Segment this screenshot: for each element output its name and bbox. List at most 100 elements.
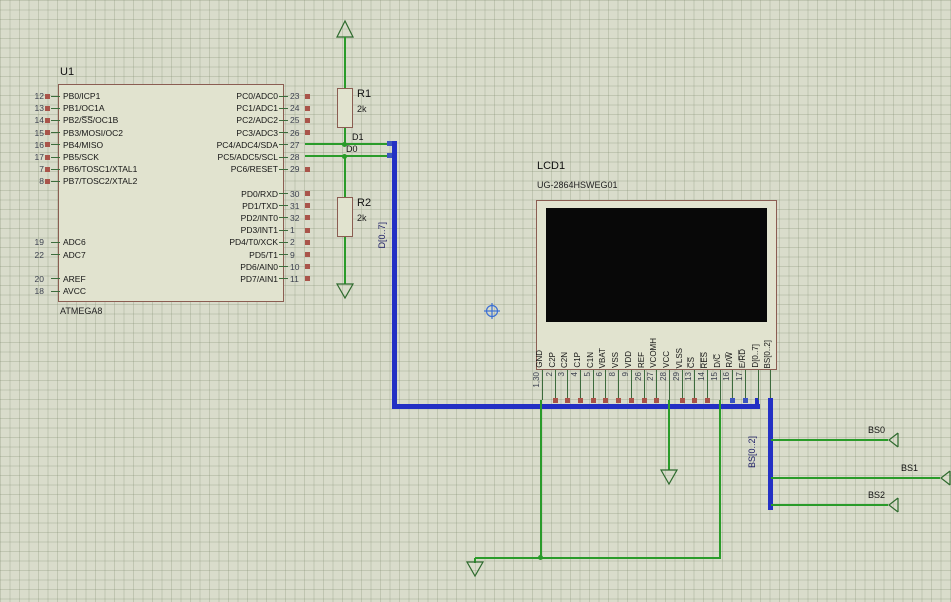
- u1-pin-row[interactable]: 19 ADC6: [28, 236, 137, 248]
- wire-r2-gnd[interactable]: [344, 237, 346, 284]
- pin-stub: [51, 290, 60, 292]
- u1-pin-row[interactable]: 12 PB0/ICP1: [28, 90, 137, 102]
- net-label-bs0[interactable]: BS0: [868, 425, 885, 435]
- pin-number: 18: [34, 286, 44, 297]
- pin-square: [692, 398, 698, 403]
- pin-square: [45, 142, 50, 148]
- pin-square: [305, 191, 310, 197]
- net-label-bs2[interactable]: BS2: [868, 490, 885, 500]
- pin-number: 14: [34, 115, 44, 126]
- ground-symbol-lcd[interactable]: [659, 466, 679, 486]
- pin-stub: [719, 370, 721, 400]
- lcd-pin-label: BS[0..2]: [763, 339, 773, 368]
- pin-square: [45, 117, 50, 123]
- wire-scl-r2[interactable]: [344, 157, 346, 197]
- u1-pin-row[interactable]: PC6/RESET 29: [164, 163, 311, 175]
- pin-label: AREF: [63, 273, 86, 284]
- power-symbol[interactable]: [335, 19, 355, 38]
- u1-pin-row[interactable]: PD5/T1 9: [164, 248, 311, 260]
- pin-number: 7: [39, 164, 44, 175]
- wire-bs0[interactable]: [771, 439, 888, 441]
- terminal-bs2[interactable]: [888, 497, 900, 513]
- pin-square: [45, 154, 50, 160]
- bus-bs-vertical[interactable]: [768, 398, 773, 510]
- wire-lcd-dc[interactable]: [719, 400, 721, 558]
- pin-stub: [279, 229, 288, 231]
- wire-power-r1[interactable]: [344, 37, 346, 88]
- u1-ref: U1: [60, 66, 75, 78]
- u1-pin-row[interactable]: 15 PB3/MOSI/OC2: [28, 127, 137, 139]
- pin-stub: [51, 278, 60, 280]
- u1-pin-row[interactable]: PD1/TXD 31: [164, 200, 311, 212]
- pin-number: 2: [544, 372, 554, 377]
- lcd-pin-label: E/R̅D̅: [738, 348, 747, 368]
- wire-lcd-vcc-gnd[interactable]: [668, 400, 670, 470]
- u1-pin-row[interactable]: 14 PB2/S̅S̅/OC1B: [28, 114, 137, 126]
- r2-body[interactable]: [337, 197, 353, 237]
- u1-pin-row[interactable]: PD0/RXD 30: [164, 188, 311, 200]
- u1-pin-row[interactable]: 13 PB1/OC1A: [28, 102, 137, 114]
- u1-pin-row[interactable]: PC5/ADC5/SCL 28: [164, 151, 311, 163]
- lcd-pin[interactable]: [752, 370, 765, 400]
- schematic-canvas[interactable]: U1 ATMEGA8 12 PB0/ICP1 13 PB1/OC1A 14 PB…: [0, 0, 951, 602]
- net-label-d0[interactable]: D0: [346, 144, 358, 154]
- pin-stub: [592, 370, 594, 400]
- net-label-bs1[interactable]: BS1: [901, 463, 918, 473]
- pin-square: [305, 276, 310, 282]
- u1-pin-row[interactable]: PC3/ADC3 26: [164, 127, 311, 139]
- pin-label: PB5/SCK: [63, 152, 99, 163]
- u1-pin-row[interactable]: PC2/ADC2 25: [164, 114, 311, 126]
- pin-number: 17: [34, 152, 44, 163]
- u1-pin-row[interactable]: 18 AVCC: [28, 285, 137, 297]
- ground-symbol-bottom[interactable]: [465, 558, 485, 578]
- r1-body[interactable]: [337, 88, 353, 128]
- u1-pin-row[interactable]: 20 AREF: [28, 273, 137, 285]
- pin-stub: [279, 266, 288, 268]
- wire-bs1[interactable]: [771, 477, 940, 479]
- lcd-pin[interactable]: [764, 370, 777, 400]
- u1-pin-row[interactable]: 8 PB7/TOSC2/XTAL2: [28, 175, 137, 187]
- pin-label: PB7/TOSC2/XTAL2: [63, 176, 138, 187]
- wire-bs2[interactable]: [771, 504, 888, 506]
- u1-pin-row[interactable]: PD6/AIN0 10: [164, 261, 311, 273]
- pin-square: [578, 398, 584, 403]
- r1-ref: R1: [357, 88, 372, 100]
- u1-pin-row[interactable]: PD2/INT0 32: [164, 212, 311, 224]
- lcd-ref: LCD1: [537, 160, 566, 172]
- bus-d-vertical[interactable]: [392, 141, 397, 409]
- u1-pin-row[interactable]: PC4/ADC4/SDA 27: [164, 139, 311, 151]
- pin-number: 9: [620, 372, 630, 377]
- terminal-bs0[interactable]: [888, 432, 900, 448]
- u1-pin-row[interactable]: 7 PB6/TOSC1/XTAL1: [28, 163, 137, 175]
- origin-crosshair-icon: [484, 303, 500, 319]
- pin-number: 28: [290, 152, 300, 163]
- pin-label: PD7/AIN1: [240, 273, 278, 284]
- ground-symbol-r2[interactable]: [335, 280, 355, 300]
- pin-number: 9: [290, 249, 295, 260]
- lcd-pin[interactable]: 17: [735, 370, 752, 403]
- wire-scl[interactable]: [305, 155, 395, 157]
- pin-label: PC3/ADC3: [236, 127, 278, 138]
- net-label-d1[interactable]: D1: [352, 132, 364, 142]
- bus-label-d[interactable]: D[0..7]: [377, 222, 387, 249]
- wire-ground-rail[interactable]: [475, 557, 721, 559]
- u1-pin-row[interactable]: PC1/ADC1 24: [164, 102, 311, 114]
- bus-d-horizontal[interactable]: [392, 404, 760, 409]
- pin-stub: [279, 205, 288, 207]
- u1-pin-row[interactable]: 17 PB5/SCK: [28, 151, 137, 163]
- pin-stub: [605, 370, 607, 400]
- u1-pin-row[interactable]: PC0/ADC0 23: [164, 90, 311, 102]
- bus-label-bs[interactable]: BS[0..2]: [747, 436, 757, 468]
- u1-pin-row[interactable]: PD3/INT1 1: [164, 224, 311, 236]
- pin-label: PD4/T0/XCK: [229, 237, 278, 248]
- u1-pin-row[interactable]: 16 PB4/MISO: [28, 139, 137, 151]
- wire-lcd-gnd[interactable]: [540, 400, 542, 558]
- pin-number: 1: [290, 225, 295, 236]
- u1-pin-row[interactable]: PD7/AIN1 11: [164, 273, 311, 285]
- u1-pin-row[interactable]: PD4/T0/XCK 2: [164, 236, 311, 248]
- pin-number: 19: [34, 237, 44, 248]
- u1-pin-row[interactable]: 22 ADC7: [28, 248, 137, 260]
- pin-stub: [279, 278, 288, 280]
- pin-square: [704, 398, 710, 403]
- terminal-bs1[interactable]: [940, 470, 951, 486]
